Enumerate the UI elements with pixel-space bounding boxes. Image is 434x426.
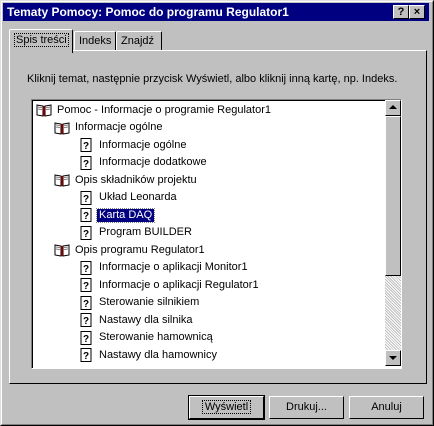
svg-text:?: ?: [83, 159, 89, 170]
tree-item-label: Informacje dodatkowe: [99, 156, 207, 168]
svg-text:?: ?: [83, 299, 89, 310]
tab-find-label: Znajdź: [121, 35, 155, 47]
tree-item[interactable]: ? Sterowanie silnikiem: [78, 295, 201, 311]
help-page-icon: ?: [78, 208, 94, 222]
tab-contents-label: Spis treści: [14, 33, 69, 47]
tree-item[interactable]: ? Informacje o aplikacji Monitor1: [78, 260, 250, 276]
help-page-icon: ?: [78, 155, 94, 170]
tree-item[interactable]: ? Informacje o aplikacji Regulator1: [78, 277, 261, 293]
tree-item-label: Sterowanie silnikiem: [99, 296, 200, 308]
tab-find[interactable]: Znajdź: [116, 31, 162, 51]
cancel-button-label: Anuluj: [371, 401, 402, 413]
tree-item-label: Informacje o aplikacji Regulator1: [99, 278, 259, 291]
tree-item-label: Pomoc - Informacje o programie Regulator…: [57, 103, 271, 116]
tree-item[interactable]: Opis składników projektu: [54, 172, 199, 188]
help-page-icon: ?: [78, 295, 94, 310]
svg-text:?: ?: [83, 264, 89, 275]
help-page-icon: ?: [78, 225, 94, 240]
book-open-icon: [36, 103, 52, 117]
tree-item-label: Nastawy dla hamownicy: [99, 348, 217, 361]
help-button[interactable]: ?: [393, 5, 409, 19]
help-page-icon: ?: [78, 313, 94, 327]
help-page-icon: ?: [78, 260, 94, 275]
contents-panel: Kliknij temat, następnie przycisk Wyświe…: [9, 50, 427, 384]
scroll-down-button[interactable]: [385, 350, 401, 366]
tree-item-label: Karta DAQ: [95, 207, 156, 223]
tree-item-label: Informacje ogólne: [75, 121, 163, 133]
tree-item[interactable]: ? Informacje ogólne: [78, 137, 188, 153]
book-open-icon: [54, 121, 70, 135]
tree-item[interactable]: ? Nastawy dla silnika: [78, 312, 195, 328]
help-page-icon: ?: [78, 348, 94, 362]
window-title: Tematy Pomocy: Pomoc do programu Regulat…: [7, 5, 289, 19]
svg-text:?: ?: [83, 211, 89, 222]
tree-item-label: Sterowanie hamownicą: [99, 331, 213, 343]
tree-item-label: Informacje ogólne: [99, 138, 187, 151]
cancel-button[interactable]: Anuluj: [349, 396, 424, 419]
tab-contents[interactable]: Spis treści: [9, 29, 73, 53]
tree-item[interactable]: ? Układ Leonarda: [78, 190, 179, 206]
svg-text:?: ?: [83, 194, 89, 205]
tree-item-label: Opis składników projektu: [75, 173, 197, 186]
print-button-label: Drukuj...: [286, 401, 327, 413]
svg-text:?: ?: [83, 141, 89, 152]
help-page-icon: ?: [78, 190, 94, 205]
help-page-icon: ?: [78, 278, 94, 292]
tree-item[interactable]: Opis programu Regulator1: [54, 242, 207, 258]
tree-item[interactable]: ? Sterowanie hamownicą: [78, 330, 215, 346]
topics-tree-inner: Pomoc - Informacje o programie Regulator…: [32, 100, 401, 368]
svg-text:?: ?: [83, 229, 89, 240]
book-open-icon: [54, 173, 70, 187]
help-topics-window: Tematy Pomocy: Pomoc do programu Regulat…: [0, 0, 434, 426]
topics-tree[interactable]: Pomoc - Informacje o programie Regulator…: [31, 99, 402, 369]
tree-item[interactable]: ? Karta DAQ: [78, 207, 156, 223]
svg-text:?: ?: [83, 334, 89, 345]
title-bar[interactable]: Tematy Pomocy: Pomoc do programu Regulat…: [3, 3, 429, 21]
tree-item-label: Opis programu Regulator1: [75, 243, 205, 256]
tree-item-label: Program BUILDER: [99, 226, 192, 238]
tab-index-label: Indeks: [79, 35, 112, 47]
tree-item[interactable]: ? Program BUILDER: [78, 225, 194, 241]
print-button[interactable]: Drukuj...: [269, 396, 344, 419]
tree-item[interactable]: ? Informacje dodatkowe: [78, 155, 209, 171]
tree-item[interactable]: ? Nastawy dla hamownicy: [78, 347, 219, 363]
close-button[interactable]: ×: [409, 5, 425, 19]
vertical-scrollbar[interactable]: [385, 100, 401, 366]
tree-item[interactable]: Pomoc - Informacje o programie Regulator…: [36, 102, 273, 118]
svg-text:?: ?: [83, 351, 89, 362]
show-button[interactable]: Wyświetl: [188, 395, 265, 420]
tab-index[interactable]: Indeks: [74, 31, 116, 51]
tree-item-label: Układ Leonarda: [99, 191, 177, 203]
tree-item-label: Informacje o aplikacji Monitor1: [99, 261, 248, 273]
svg-text:?: ?: [83, 281, 89, 292]
help-page-icon: ?: [78, 330, 94, 345]
tree-item[interactable]: Informacje ogólne: [54, 120, 164, 136]
instruction-text: Kliknij temat, następnie przycisk Wyświe…: [27, 73, 398, 85]
scroll-up-button[interactable]: [385, 100, 401, 116]
help-page-icon: ?: [78, 138, 94, 152]
chevron-up-icon: [389, 105, 397, 109]
svg-text:?: ?: [83, 316, 89, 327]
scroll-thumb[interactable]: [385, 116, 401, 276]
show-button-label: Wyświetl: [201, 400, 252, 414]
book-open-icon: [54, 243, 70, 257]
chevron-down-icon: [389, 356, 397, 360]
tree-item-label: Nastawy dla silnika: [99, 313, 193, 326]
